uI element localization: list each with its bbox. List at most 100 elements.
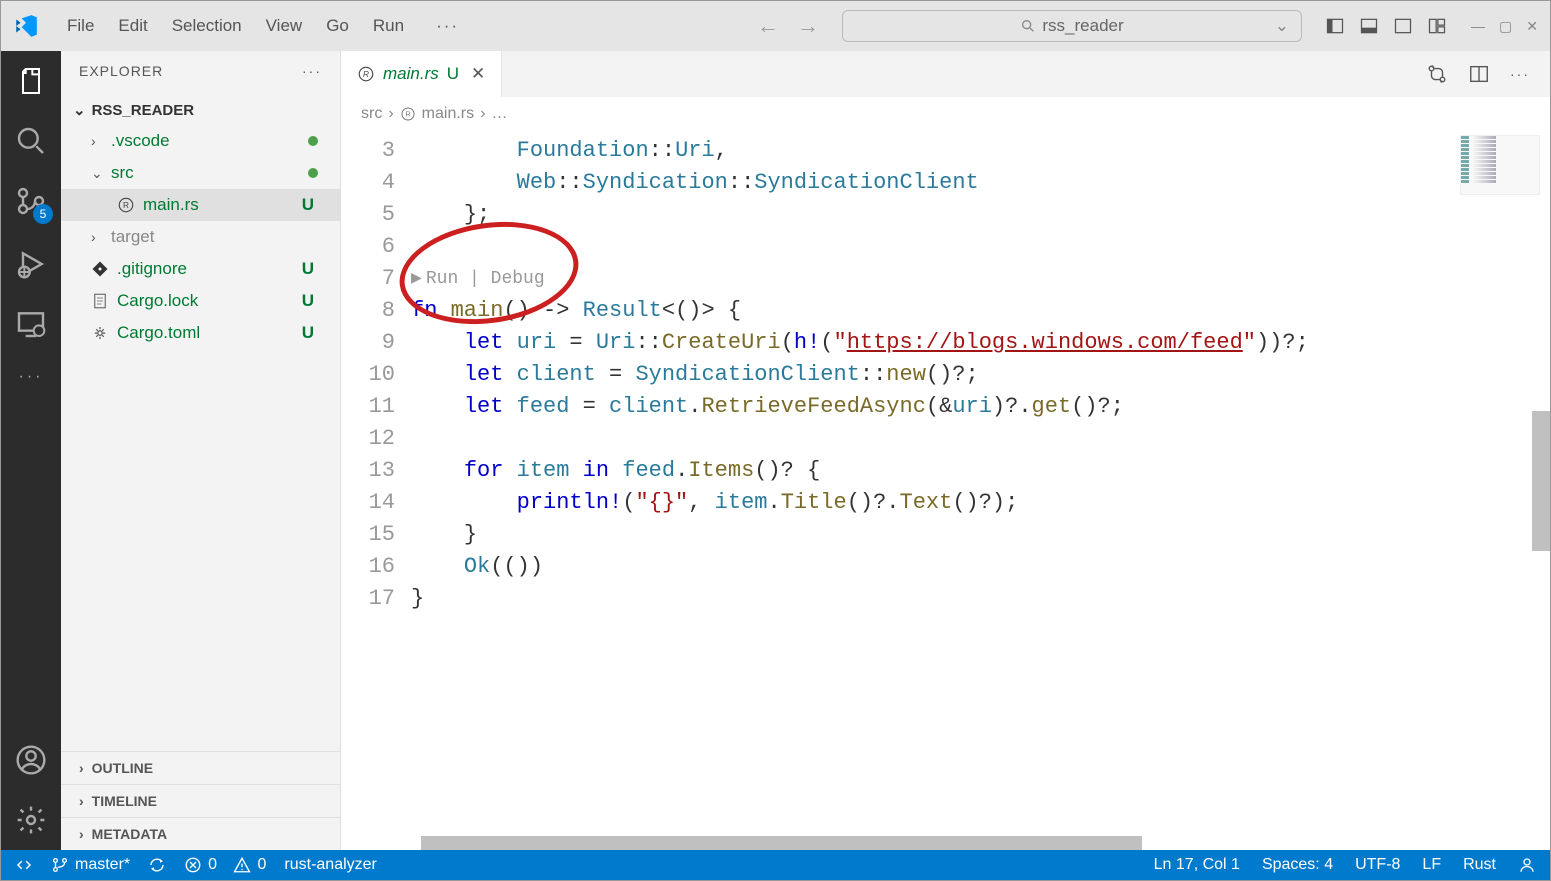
scrollbar-thumb[interactable] xyxy=(1532,411,1550,551)
explorer-icon[interactable] xyxy=(15,65,47,97)
search-icon xyxy=(1020,18,1036,34)
horizontal-scrollbar[interactable] xyxy=(421,836,1530,850)
menu-edit[interactable]: Edit xyxy=(118,16,147,36)
minimap[interactable] xyxy=(1460,135,1540,195)
close-icon[interactable]: ✕ xyxy=(1526,18,1538,35)
git-file-icon xyxy=(91,260,109,278)
git-sync[interactable] xyxy=(148,856,166,874)
editor-actions: ··· xyxy=(1426,63,1550,85)
breadcrumb-tail[interactable]: … xyxy=(491,105,507,123)
rust-analyzer-status[interactable]: rust-analyzer xyxy=(284,856,376,874)
accounts-icon[interactable] xyxy=(15,744,47,776)
menu-more[interactable]: ··· xyxy=(436,16,459,36)
code-content[interactable]: Foundation::Uri, Web::Syndication::Syndi… xyxy=(411,131,1550,850)
toggle-panel-icon[interactable] xyxy=(1359,16,1379,36)
git-status-u: U xyxy=(302,323,314,343)
tree-folder-src[interactable]: ⌄ src xyxy=(61,157,340,189)
config-file-icon xyxy=(91,324,109,342)
editor-area: R main.rs U ✕ ··· src › R main.rs › … xyxy=(341,51,1550,850)
encoding-status[interactable]: UTF-8 xyxy=(1355,856,1400,874)
tree-item-label: .gitignore xyxy=(117,259,187,279)
breadcrumb-file[interactable]: main.rs xyxy=(422,105,474,123)
source-control-icon[interactable]: 5 xyxy=(15,185,47,220)
tree-item-label: Cargo.toml xyxy=(117,323,200,343)
breadcrumb[interactable]: src › R main.rs › … xyxy=(341,97,1550,131)
run-debug-icon[interactable] xyxy=(15,248,47,280)
indentation-status[interactable]: Spaces: 4 xyxy=(1262,856,1333,874)
scrollbar-thumb[interactable] xyxy=(421,836,1142,850)
minimize-icon[interactable]: — xyxy=(1471,18,1485,35)
titlebar: File Edit Selection View Go Run ··· ← → … xyxy=(1,1,1550,51)
tree-file-cargo-toml[interactable]: Cargo.toml U xyxy=(61,317,340,349)
chevron-right-icon: › xyxy=(79,826,84,842)
nav-arrows: ← → xyxy=(757,13,819,39)
maximize-icon[interactable]: ▢ xyxy=(1499,18,1512,35)
activity-more-icon[interactable]: ··· xyxy=(19,368,44,386)
tree-file-cargo-lock[interactable]: Cargo.lock U xyxy=(61,285,340,317)
breadcrumb-folder[interactable]: src xyxy=(361,105,382,123)
toggle-secondary-sidebar-icon[interactable] xyxy=(1393,16,1413,36)
svg-text:R: R xyxy=(123,201,129,210)
tree-folder-target[interactable]: › target xyxy=(61,221,340,253)
scm-badge-count: 5 xyxy=(33,204,53,224)
compare-changes-icon[interactable] xyxy=(1426,63,1448,85)
problems-status[interactable]: 0 0 xyxy=(184,856,266,874)
git-branch[interactable]: master* xyxy=(51,856,130,874)
play-icon: ▶ xyxy=(411,269,422,289)
git-status-u: U xyxy=(302,291,314,311)
explorer-more-icon[interactable]: ··· xyxy=(302,63,322,79)
tree-folder-vscode[interactable]: › .vscode xyxy=(61,125,340,157)
line-number-gutter: 3 4 5 6 7 8 9 10 11 12 13 14 15 16 17 xyxy=(341,131,411,850)
settings-gear-icon[interactable] xyxy=(15,804,47,836)
remote-indicator[interactable] xyxy=(15,856,33,874)
chevron-right-icon: › xyxy=(388,105,393,123)
chevron-down-icon: ⌄ xyxy=(91,165,103,182)
app-menu: File Edit Selection View Go Run ··· xyxy=(67,16,459,36)
sidebar-timeline[interactable]: ›TIMELINE xyxy=(61,784,340,817)
nav-back-icon[interactable]: ← xyxy=(757,13,779,39)
chevron-down-icon: ⌄ xyxy=(1275,16,1289,36)
toggle-primary-sidebar-icon[interactable] xyxy=(1325,16,1345,36)
cursor-position[interactable]: Ln 17, Col 1 xyxy=(1154,856,1240,874)
vertical-scrollbar[interactable] xyxy=(1532,131,1550,850)
tab-main-rs[interactable]: R main.rs U ✕ xyxy=(341,51,502,97)
nav-forward-icon[interactable]: → xyxy=(797,13,819,39)
customize-layout-icon[interactable] xyxy=(1427,16,1447,36)
chevron-down-icon: ⌄ xyxy=(73,101,86,119)
tree-file-main-rs[interactable]: R main.rs U xyxy=(61,189,340,221)
sidebar-outline[interactable]: ›OUTLINE xyxy=(61,751,340,784)
status-bar: master* 0 0 rust-analyzer Ln 17, Col 1 S… xyxy=(1,850,1550,880)
menu-run[interactable]: Run xyxy=(373,16,404,36)
chevron-right-icon: › xyxy=(79,760,84,776)
git-modified-dot-icon xyxy=(308,136,318,146)
vscode-logo-icon xyxy=(13,13,39,39)
editor-more-icon[interactable]: ··· xyxy=(1510,66,1530,82)
remote-explorer-icon[interactable] xyxy=(15,308,47,340)
split-editor-icon[interactable] xyxy=(1468,63,1490,85)
code-lens-run-debug[interactable]: ▶Run | Debug xyxy=(411,263,1550,295)
sidebar-explorer: EXPLORER ··· ⌄ RSS_READER › .vscode ⌄ sr… xyxy=(61,51,341,850)
feedback-icon[interactable] xyxy=(1518,856,1536,874)
menu-view[interactable]: View xyxy=(266,16,303,36)
tree-file-gitignore[interactable]: .gitignore U xyxy=(61,253,340,285)
search-text: rss_reader xyxy=(1042,16,1123,36)
eol-status[interactable]: LF xyxy=(1422,856,1441,874)
svg-text:R: R xyxy=(405,110,410,119)
search-icon[interactable] xyxy=(15,125,47,157)
tab-git-status: U xyxy=(447,64,459,84)
main-area: 5 ··· EXPLORER ··· ⌄ RSS_READER › xyxy=(1,51,1550,850)
menu-selection[interactable]: Selection xyxy=(172,16,242,36)
language-mode[interactable]: Rust xyxy=(1463,856,1496,874)
tree-item-label: target xyxy=(111,227,154,247)
menu-file[interactable]: File xyxy=(67,16,94,36)
chevron-right-icon: › xyxy=(91,229,103,245)
code-editor[interactable]: 3 4 5 6 7 8 9 10 11 12 13 14 15 16 17 xyxy=(341,131,1550,850)
menu-go[interactable]: Go xyxy=(326,16,349,36)
tree-item-label: .vscode xyxy=(111,131,170,151)
rust-file-icon: R xyxy=(357,65,375,83)
sidebar-metadata[interactable]: ›METADATA xyxy=(61,817,340,850)
tab-close-icon[interactable]: ✕ xyxy=(471,64,485,84)
command-center-search[interactable]: rss_reader ⌄ xyxy=(842,10,1302,42)
tree-root-folder[interactable]: ⌄ RSS_READER xyxy=(61,95,340,125)
git-status-u: U xyxy=(302,195,314,215)
